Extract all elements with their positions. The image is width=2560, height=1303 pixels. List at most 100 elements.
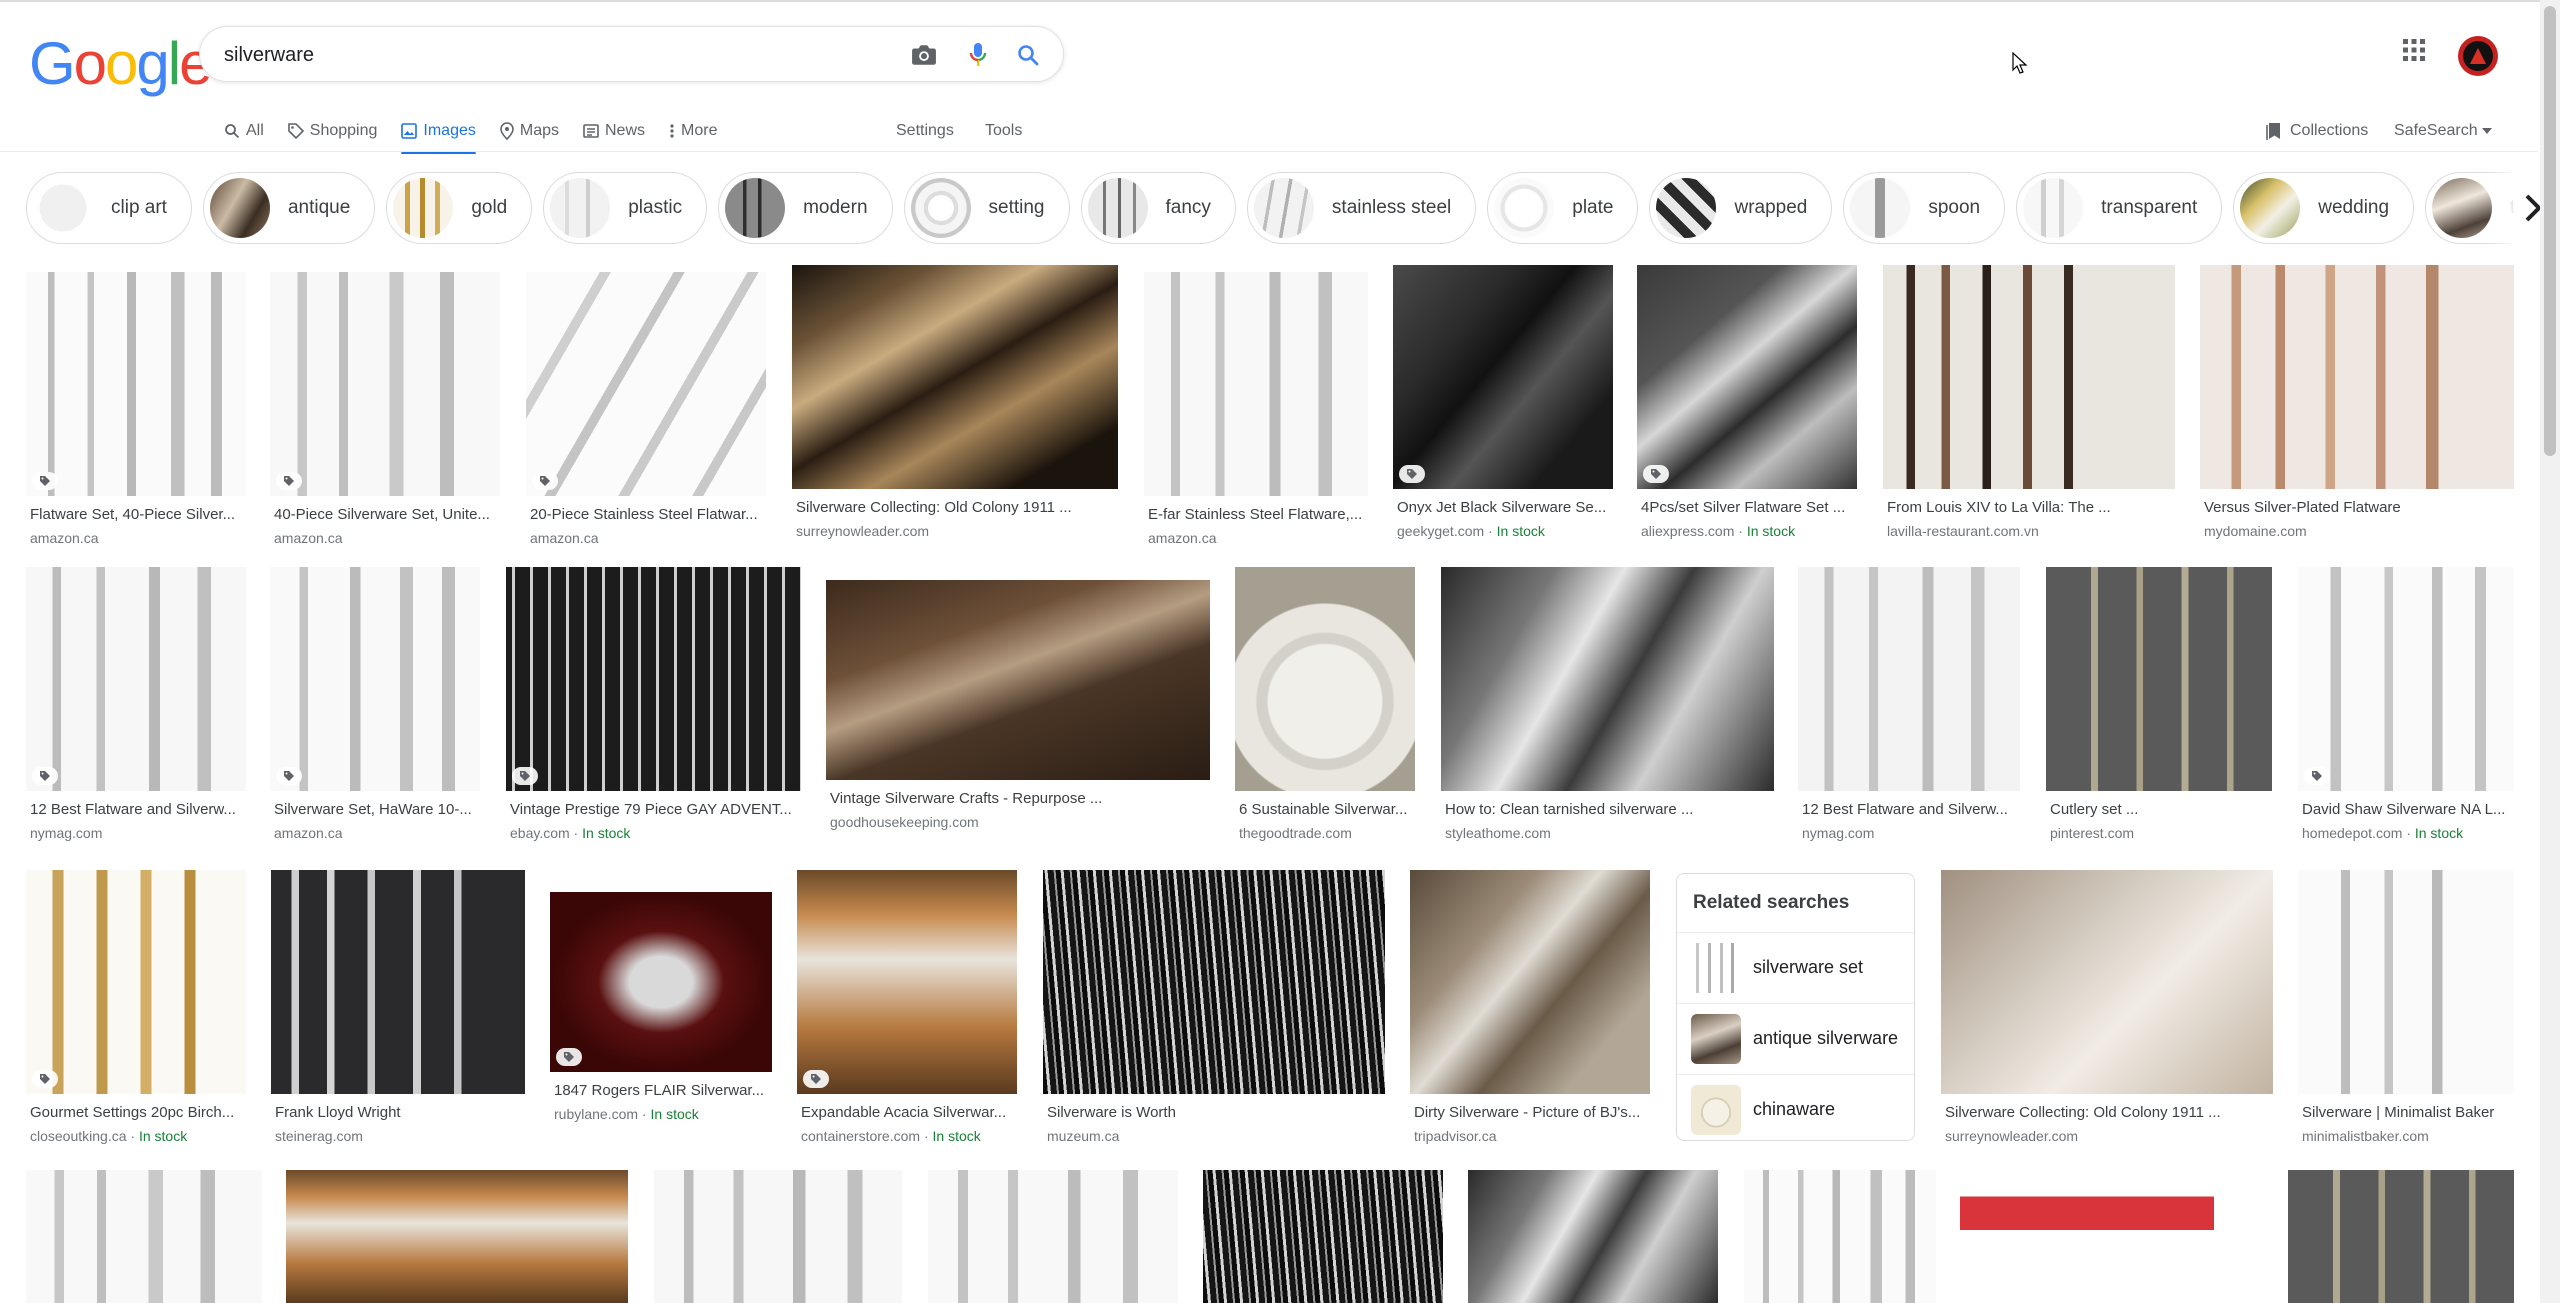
result-caption[interactable]: Onyx Jet Black Silverware Se... [1397,499,1611,516]
image-result-tile[interactable]: From Louis XIV to La Villa: The ... lavil… [1883,265,2175,553]
related-search-item[interactable]: antique silverware [1677,1003,1914,1073]
tools-link[interactable]: Tools [985,110,1022,152]
result-caption[interactable]: Versus Silver-Plated Flatware [2204,499,2512,516]
image-result-tile[interactable]: Versus Silver-Plated Flatware mydomaine.c… [2200,265,2514,553]
result-thumbnail[interactable] [654,1170,902,1303]
image-result-tile[interactable]: Gourmet Settings 20pc Birch... closeoutki… [26,870,246,1158]
result-thumbnail[interactable] [797,870,1017,1094]
result-thumbnail[interactable] [1883,265,2175,489]
tab-maps[interactable]: Maps [500,110,559,152]
microphone-icon[interactable] [962,39,994,71]
image-result-tile[interactable]: Flatware Set, 40-Piece Silver... amazon.c… [26,272,246,560]
result-thumbnail[interactable] [928,1170,1178,1303]
scrollbar-thumb[interactable] [2544,6,2556,456]
image-result-tile[interactable] [1960,1170,2214,1303]
result-caption[interactable]: Flatware Set, 40-Piece Silver... [30,506,244,523]
image-result-tile[interactable]: David Shaw Silverware NA L... homedepot.c… [2298,567,2514,855]
result-thumbnail[interactable] [2046,567,2272,791]
result-thumbnail[interactable] [2288,1170,2514,1303]
chip-plastic[interactable]: plastic [543,172,708,244]
result-thumbnail[interactable] [26,272,246,496]
collections-link[interactable]: Collections [2266,110,2368,152]
camera-icon[interactable] [908,39,940,71]
image-result-tile[interactable]: Frank Lloyd Wright steinerag.com [271,870,525,1158]
chip-wrapped[interactable]: wrapped [1649,172,1833,244]
result-caption[interactable]: 6 Sustainable Silverwar... [1239,801,1413,818]
image-result-tile[interactable]: 12 Best Flatware and Silverw... nymag.com [26,567,246,855]
result-caption[interactable]: David Shaw Silverware NA L... [2302,801,2512,818]
apps-grid-icon[interactable] [2402,38,2434,70]
result-caption[interactable]: E-far Stainless Steel Flatware,... [1148,506,1366,523]
result-thumbnail[interactable] [270,567,480,791]
result-caption[interactable]: Silverware Collecting: Old Colony 1911 .… [1945,1104,2271,1121]
image-result-tile[interactable] [26,1170,262,1303]
result-thumbnail[interactable] [1637,265,1857,489]
result-thumbnail[interactable] [506,567,801,791]
image-result-tile[interactable]: Dirty Silverware - Picture of BJ's... tri… [1410,870,1650,1158]
result-thumbnail[interactable] [792,265,1118,489]
image-result-tile[interactable]: 12 Best Flatware and Silverw... nymag.com [1798,567,2020,855]
image-result-tile[interactable]: Onyx Jet Black Silverware Se... geekyget.… [1393,265,1613,553]
result-caption[interactable]: 12 Best Flatware and Silverw... [1802,801,2018,818]
result-caption[interactable]: 1847 Rogers FLAIR Silverwar... [554,1082,770,1099]
chip-setting[interactable]: setting [903,172,1070,244]
result-thumbnail[interactable] [26,567,246,791]
image-result-tile[interactable]: Silverware Set, HaWare 10-... amazon.ca [270,567,480,855]
result-thumbnail[interactable] [1393,265,1613,489]
image-result-tile[interactable]: Silverware Collecting: Old Colony 1911 .… [792,265,1118,553]
result-caption[interactable]: Frank Lloyd Wright [275,1104,523,1121]
chip-spoon[interactable]: spoon [1843,172,2006,244]
result-caption[interactable]: Vintage Silverware Crafts - Repurpose ..… [830,790,1208,807]
result-thumbnail[interactable] [1203,1170,1443,1303]
image-result-tile[interactable] [928,1170,1178,1303]
result-thumbnail[interactable] [1744,1170,1936,1303]
image-result-tile[interactable] [1744,1170,1936,1303]
result-thumbnail[interactable] [271,870,525,1094]
result-thumbnail[interactable] [1441,567,1774,791]
result-caption[interactable]: 4Pcs/set Silver Flatware Set ... [1641,499,1855,516]
search-input[interactable] [224,39,864,71]
result-caption[interactable]: Gourmet Settings 20pc Birch... [30,1104,244,1121]
image-result-tile[interactable]: E-far Stainless Steel Flatware,... amazon… [1144,272,1368,560]
image-result-tile[interactable]: Cutlery set ... pinterest.com [2046,567,2272,855]
chip-modern[interactable]: modern [718,172,893,244]
image-result-tile[interactable]: Silverware is Worth muzeum.ca [1043,870,1385,1158]
settings-link[interactable]: Settings [896,110,954,152]
google-logo[interactable]: Google [29,34,213,94]
chip-wedding[interactable]: wedding [2233,172,2415,244]
chip-antique[interactable]: antique [202,172,376,244]
result-thumbnail[interactable] [1941,870,2273,1094]
image-result-tile[interactable]: Silverware | Minimalist Baker minimalistb… [2298,870,2514,1158]
result-caption[interactable]: From Louis XIV to La Villa: The ... [1887,499,2173,516]
image-result-tile[interactable]: Vintage Silverware Crafts - Repurpose ..… [826,580,1210,844]
result-caption[interactable]: 20-Piece Stainless Steel Flatwar... [530,506,764,523]
account-avatar[interactable] [2458,36,2498,76]
result-thumbnail[interactable] [826,580,1210,780]
image-result-tile[interactable] [1468,1170,1718,1303]
image-result-tile[interactable] [286,1170,628,1303]
result-caption[interactable]: Vintage Prestige 79 Piece GAY ADVENT... [510,801,799,818]
image-result-tile[interactable]: Vintage Prestige 79 Piece GAY ADVENT... e… [506,567,801,855]
related-search-item[interactable]: silverware set [1677,932,1914,1002]
tab-all[interactable]: All [224,110,264,152]
image-result-tile[interactable]: Expandable Acacia Silverwar... containers… [797,870,1017,1158]
result-caption[interactable]: How to: Clean tarnished silverware ... [1445,801,1772,818]
result-thumbnail[interactable] [526,272,766,496]
chip-stainless-steel[interactable]: stainless steel [1246,172,1477,244]
result-thumbnail[interactable] [1468,1170,1718,1303]
result-caption[interactable]: Cutlery set ... [2050,801,2270,818]
result-thumbnail[interactable] [1798,567,2020,791]
tab-more[interactable]: More [669,110,717,152]
result-caption[interactable]: Dirty Silverware - Picture of BJ's... [1414,1104,1648,1121]
image-result-tile[interactable] [1203,1170,1443,1303]
result-caption[interactable]: 12 Best Flatware and Silverw... [30,801,244,818]
result-thumbnail[interactable] [1043,870,1385,1094]
image-result-tile[interactable] [2288,1170,2514,1303]
result-thumbnail[interactable] [1960,1170,2214,1303]
result-caption[interactable]: Silverware | Minimalist Baker [2302,1104,2512,1121]
result-thumbnail[interactable] [26,1170,262,1303]
chip-fancy[interactable]: fancy [1080,172,1236,244]
result-thumbnail[interactable] [26,870,246,1094]
result-thumbnail[interactable] [2298,870,2514,1094]
result-thumbnail[interactable] [1410,870,1650,1094]
